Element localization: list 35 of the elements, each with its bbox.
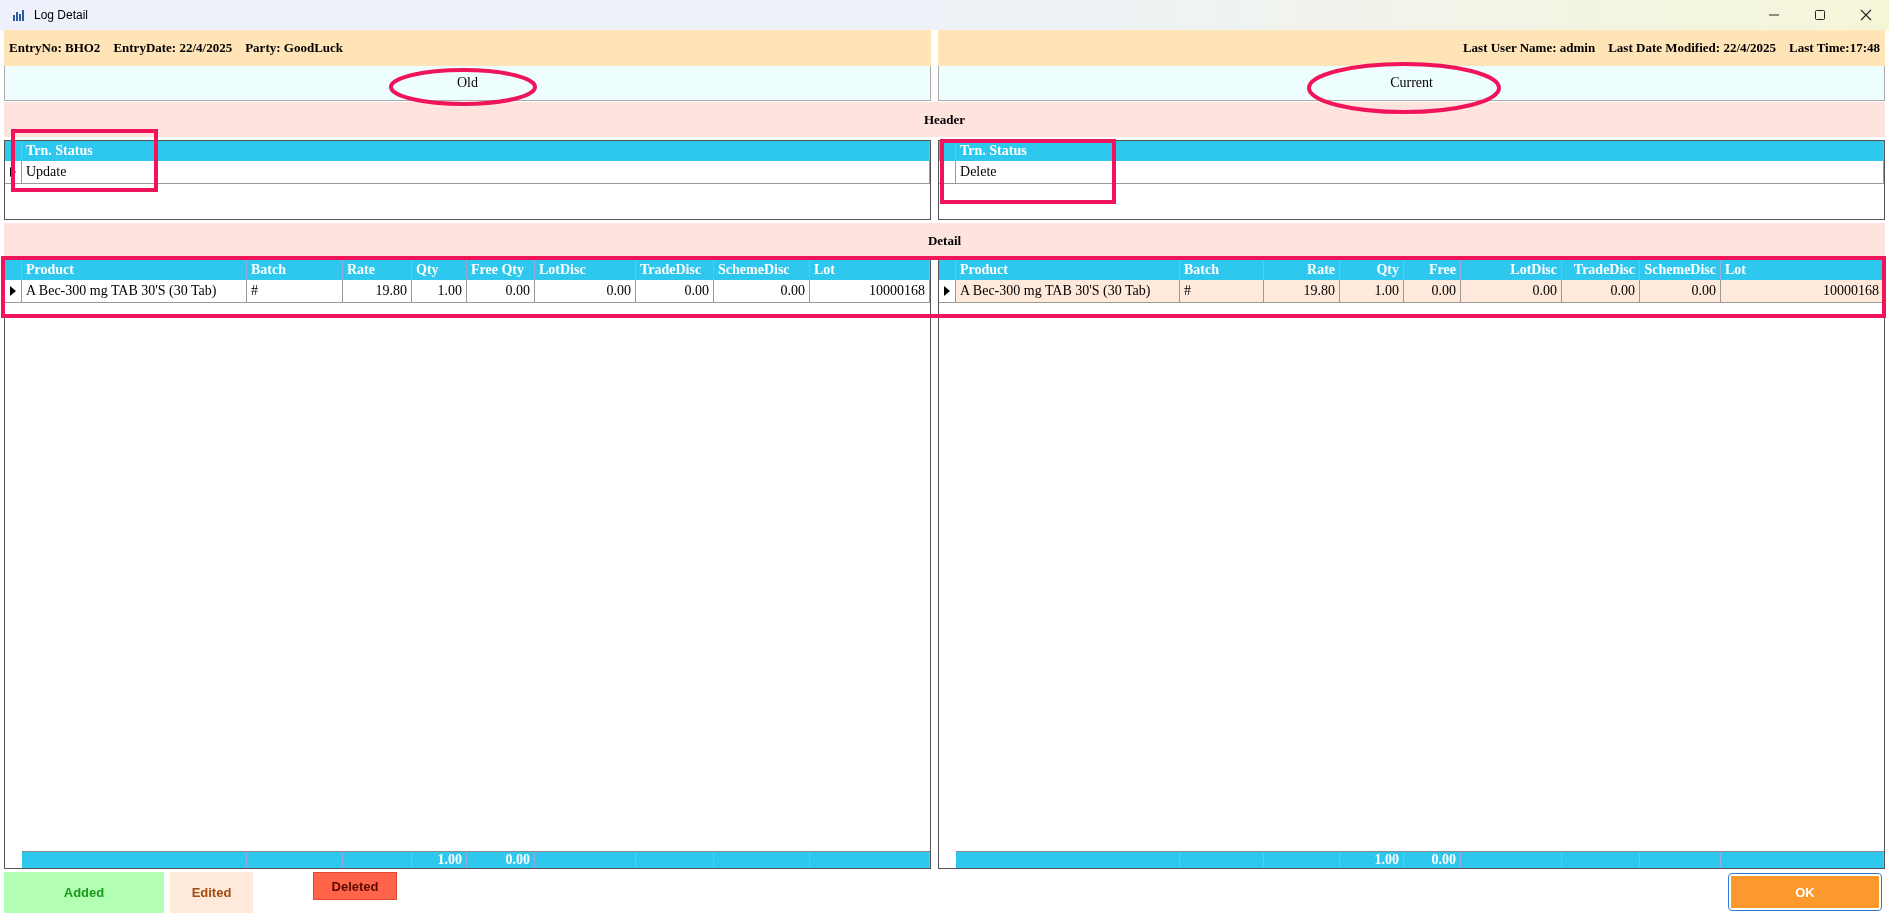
legend-swatch: Added <box>4 872 164 913</box>
panel-title: Old <box>457 75 478 91</box>
table-cell: Update <box>22 161 930 183</box>
info-text: EntryNo: BHO2 <box>9 40 101 56</box>
total-cell: 0.00 <box>467 852 535 868</box>
legend-swatch: Deleted <box>313 872 397 900</box>
total-cell: 1.00 <box>1340 852 1404 868</box>
section-title: Header <box>923 111 966 128</box>
table-cell: 0.00 <box>1404 280 1461 302</box>
info-text: Party: GoodLuck <box>245 40 344 56</box>
total-cell: 0.00 <box>1404 852 1461 868</box>
table-cell: # <box>1180 280 1264 302</box>
window-title: Log Detail <box>34 8 89 22</box>
app-icon <box>12 9 24 21</box>
table-cell: 0.00 <box>1461 280 1562 302</box>
table-cell: 0.00 <box>1640 280 1721 302</box>
panel-title: Current <box>1390 75 1433 91</box>
maximize-icon <box>1814 9 1826 21</box>
close-icon <box>1860 9 1872 21</box>
info-text: EntryDate: 22/4/2025 <box>113 40 233 56</box>
table-cell: 1.00 <box>1340 280 1404 302</box>
table-cell: 10000168 <box>1721 280 1884 302</box>
section-title: Detail <box>927 232 962 249</box>
total-cell: 1.00 <box>412 852 467 868</box>
current-row-icon <box>944 286 950 296</box>
info-text: Last Time:17:48 <box>1789 40 1880 56</box>
table-cell: A Bec-300 mg TAB 30'S (30 Tab) <box>956 280 1180 302</box>
legend-swatch: Edited <box>170 872 253 913</box>
info-text: Last Date Modified: 22/4/2025 <box>1608 40 1777 56</box>
ok-button[interactable]: OK <box>1729 874 1881 910</box>
current-row-icon <box>10 286 16 296</box>
table-cell: 19.80 <box>1264 280 1340 302</box>
table-cell: Delete <box>956 161 1884 183</box>
info-text: Last User Name: admin <box>1462 40 1596 56</box>
table-cell: 0.00 <box>1562 280 1640 302</box>
